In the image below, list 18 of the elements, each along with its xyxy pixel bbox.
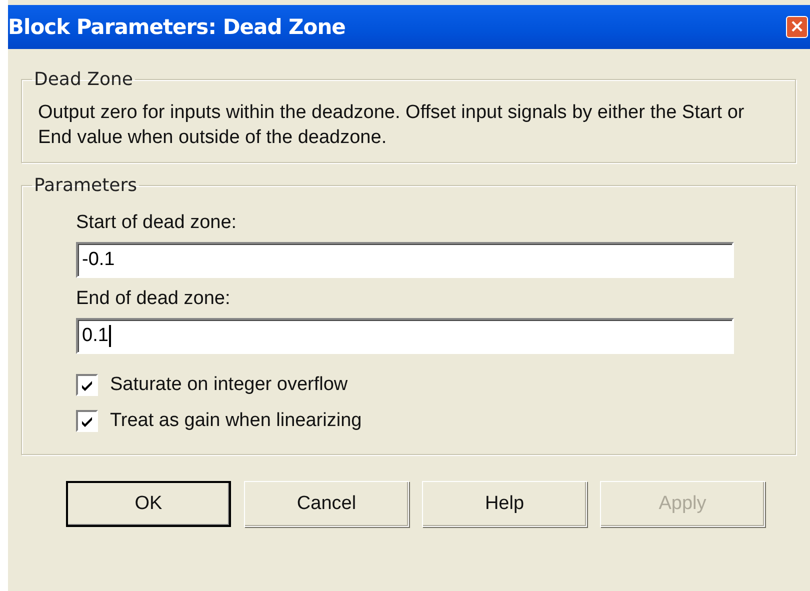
group-title: Dead Zone <box>33 69 134 90</box>
field-label: Start of dead zone: <box>76 212 237 234</box>
dialog-button[interactable]: OK <box>66 481 231 527</box>
field-label: End of dead zone: <box>76 288 230 310</box>
checkbox[interactable] <box>76 374 98 396</box>
checkbox-label: Saturate on integer overflow <box>110 374 348 396</box>
check-icon <box>81 416 93 426</box>
description-text: Output zero for inputs within the deadzone. Offset input signals by either the Start or End value when outside of the deadzone. <box>38 101 746 150</box>
window-title: Block Parameters: Dead Zone <box>8 15 346 39</box>
checkbox[interactable] <box>76 410 98 432</box>
input-field[interactable]: 0.1 <box>76 318 734 354</box>
input-field[interactable]: -0.1 <box>76 242 734 278</box>
check-icon <box>81 380 93 390</box>
checkbox-label: Treat as gain when linearizing <box>110 410 362 432</box>
dialog-button[interactable]: Cancel <box>244 481 409 527</box>
group-title: Parameters <box>33 175 138 196</box>
close-button[interactable]: × <box>786 16 808 38</box>
dialog-button[interactable]: Help <box>422 481 587 527</box>
